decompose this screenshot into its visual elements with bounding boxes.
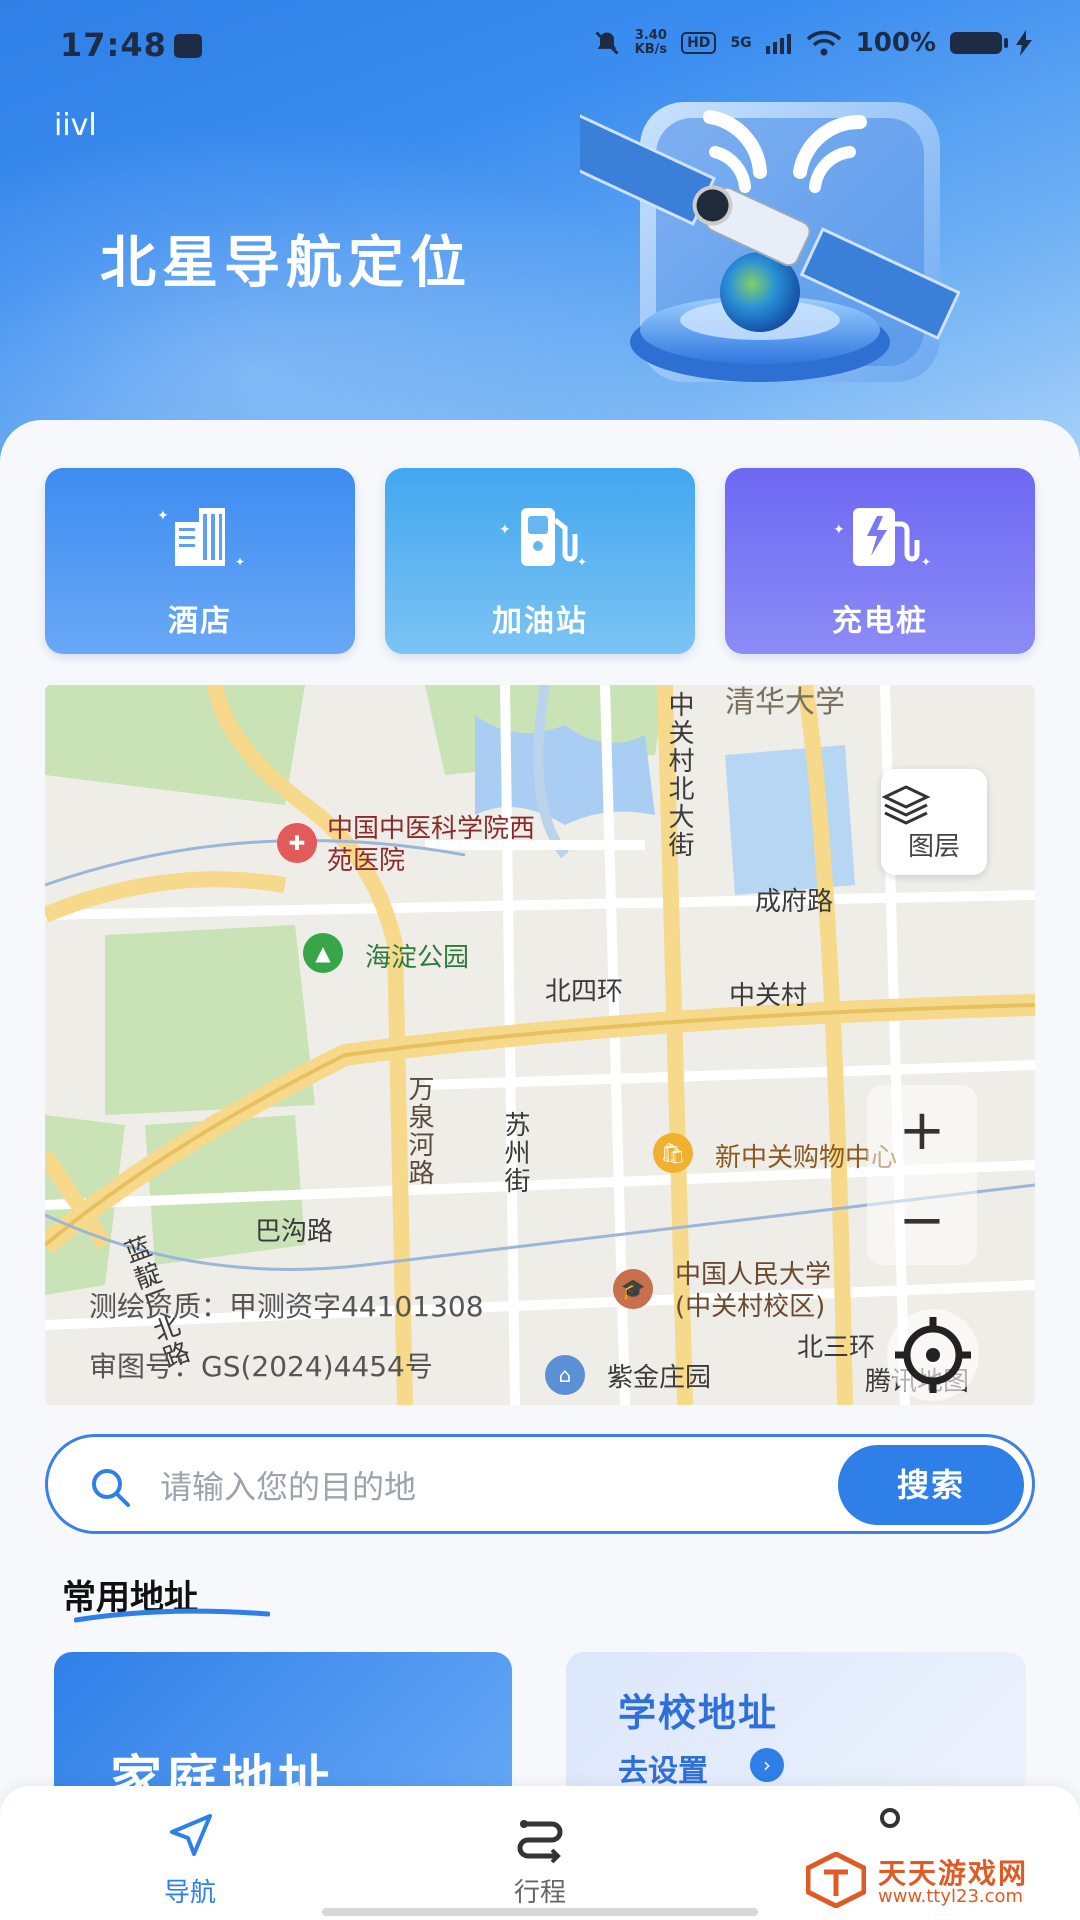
charging-bolt-icon: [1016, 30, 1032, 56]
gas-pump-icon: ✦✦: [499, 508, 587, 569]
battery-icon: [950, 32, 1008, 54]
battery-percent: 100%: [855, 28, 936, 58]
zoom-controls: + −: [867, 1085, 977, 1265]
header-banner: 17:48 3.40 KB/s HD 5G 100% iivl 北星导航定位: [0, 0, 1080, 470]
satellite-illustration: [580, 102, 960, 382]
destination-search-input[interactable]: [160, 1459, 780, 1515]
charging-station-button[interactable]: ✦ ✦ 充电桩: [725, 468, 1035, 654]
watermark-url: www.ttyl23.com: [878, 1886, 1024, 1907]
watermark-logo-icon: [806, 1852, 866, 1908]
chevron-right-icon[interactable]: ›: [750, 1748, 784, 1782]
map-layer-label: 图层: [907, 832, 960, 862]
school-address-label: 学校地址: [618, 1691, 779, 1735]
locate-button[interactable]: [887, 1309, 979, 1401]
zoom-out-button[interactable]: −: [867, 1175, 977, 1265]
svg-text:✦: ✦: [577, 555, 587, 569]
map-label-haidian-park: 海淀公园: [365, 943, 470, 973]
gas-station-label: 加油站: [492, 604, 588, 639]
map-label-wanquanhe: 万泉河路: [404, 1075, 434, 1187]
main-panel: ✦ ✦ 酒店 ✦ ✦ 加油站 ✦ ✦ 充电桩 清华大学 中关村北大街 ✚ 中国中…: [0, 420, 1080, 1920]
layers-icon: [881, 785, 931, 825]
park-icon[interactable]: ▲: [303, 933, 343, 973]
map-label-chengfu: 成府路: [755, 887, 834, 917]
map-label-zgc-north: 中关村北大街: [664, 691, 694, 859]
nav-tab-trip-label: 行程: [513, 1878, 566, 1908]
svg-text:✦: ✦: [157, 508, 169, 524]
map-label-north-3rd: 北三环: [797, 1333, 876, 1363]
search-icon: [92, 1469, 130, 1507]
notification-icon: [174, 34, 202, 58]
school-set-link[interactable]: 去设置: [618, 1746, 708, 1790]
search-bar: 搜索: [45, 1434, 1035, 1534]
map-label-suzhou: 苏州街: [500, 1111, 530, 1195]
net-speed: 3.40 KB/s: [635, 29, 667, 57]
signal-label: 5G: [730, 35, 752, 51]
mall-icon[interactable]: 🛍: [653, 1133, 693, 1173]
gas-station-button[interactable]: ✦ ✦ 加油站: [385, 468, 695, 654]
header-tag: iivl: [54, 108, 97, 143]
map-label-renmin-univ: 中国人民大学 (中关村校区): [675, 1260, 832, 1322]
wifi-icon: [806, 30, 841, 56]
nav-tab-navigation[interactable]: 导航: [110, 1808, 270, 1909]
home-indicator[interactable]: [322, 1908, 758, 1916]
map-label-tsinghua: 清华大学: [725, 685, 845, 720]
nav-tab-trip[interactable]: 行程: [460, 1808, 620, 1909]
map-layer-button[interactable]: 图层: [881, 769, 987, 875]
title-underline-decoration: [74, 1608, 270, 1623]
net-speed-unit: KB/s: [634, 42, 668, 57]
svg-text:✦: ✦: [833, 522, 845, 538]
map-label-hospital: 中国中医科学院西苑医院: [327, 814, 536, 876]
map-qualification: 测绘资质：甲测资字44101308: [89, 1290, 484, 1323]
crosshair-icon: [895, 1317, 971, 1393]
signal-bars-icon: [765, 34, 791, 54]
navigation-arrow-icon: [170, 1814, 212, 1856]
hotel-building-icon: ✦✦: [157, 508, 245, 569]
map-label-bagou: 巴沟路: [255, 1217, 334, 1247]
quick-actions: ✦ ✦ 酒店 ✦ ✦ 加油站 ✦ ✦ 充电桩: [45, 468, 1035, 654]
residence-icon[interactable]: ⌂: [545, 1355, 585, 1395]
net-speed-value: 3.40: [634, 28, 667, 43]
app-title: 北星导航定位: [100, 231, 472, 296]
map-label-north-4th-ring: 北四环: [545, 977, 624, 1007]
hotel-button[interactable]: ✦ ✦ 酒店: [45, 468, 355, 654]
charging-station-label: 充电桩: [832, 604, 928, 639]
site-watermark: 天天游戏网 www.ttyl23.com: [806, 1852, 1046, 1912]
status-time: 17:48: [60, 26, 167, 64]
university-icon[interactable]: 🎓: [613, 1269, 653, 1309]
zoom-in-button[interactable]: +: [867, 1085, 977, 1175]
svg-text:✦: ✦: [235, 555, 245, 569]
map-review-number: 审图号：GS(2024)4454号: [89, 1350, 433, 1383]
svg-text:✦: ✦: [499, 522, 511, 538]
ev-charger-icon: ✦✦: [833, 508, 931, 569]
search-button[interactable]: 搜索: [838, 1445, 1024, 1525]
map-view[interactable]: 清华大学 中关村北大街 ✚ 中国中医科学院西苑医院 成府路 ▲ 海淀公园 北四环…: [45, 685, 1035, 1405]
hd-badge: HD: [681, 32, 717, 54]
map-label-zhongguancun: 中关村: [729, 981, 808, 1011]
hotel-label: 酒店: [168, 604, 232, 639]
nav-tab-navigation-label: 导航: [163, 1878, 216, 1908]
mute-bell-icon: [595, 31, 619, 55]
route-icon: [517, 1820, 563, 1864]
status-bar: 17:48 3.40 KB/s HD 5G 100%: [0, 0, 1080, 90]
hospital-icon[interactable]: ✚: [277, 823, 317, 863]
map-label-zijin: 紫金庄园: [607, 1363, 712, 1393]
svg-text:✦: ✦: [921, 555, 931, 569]
